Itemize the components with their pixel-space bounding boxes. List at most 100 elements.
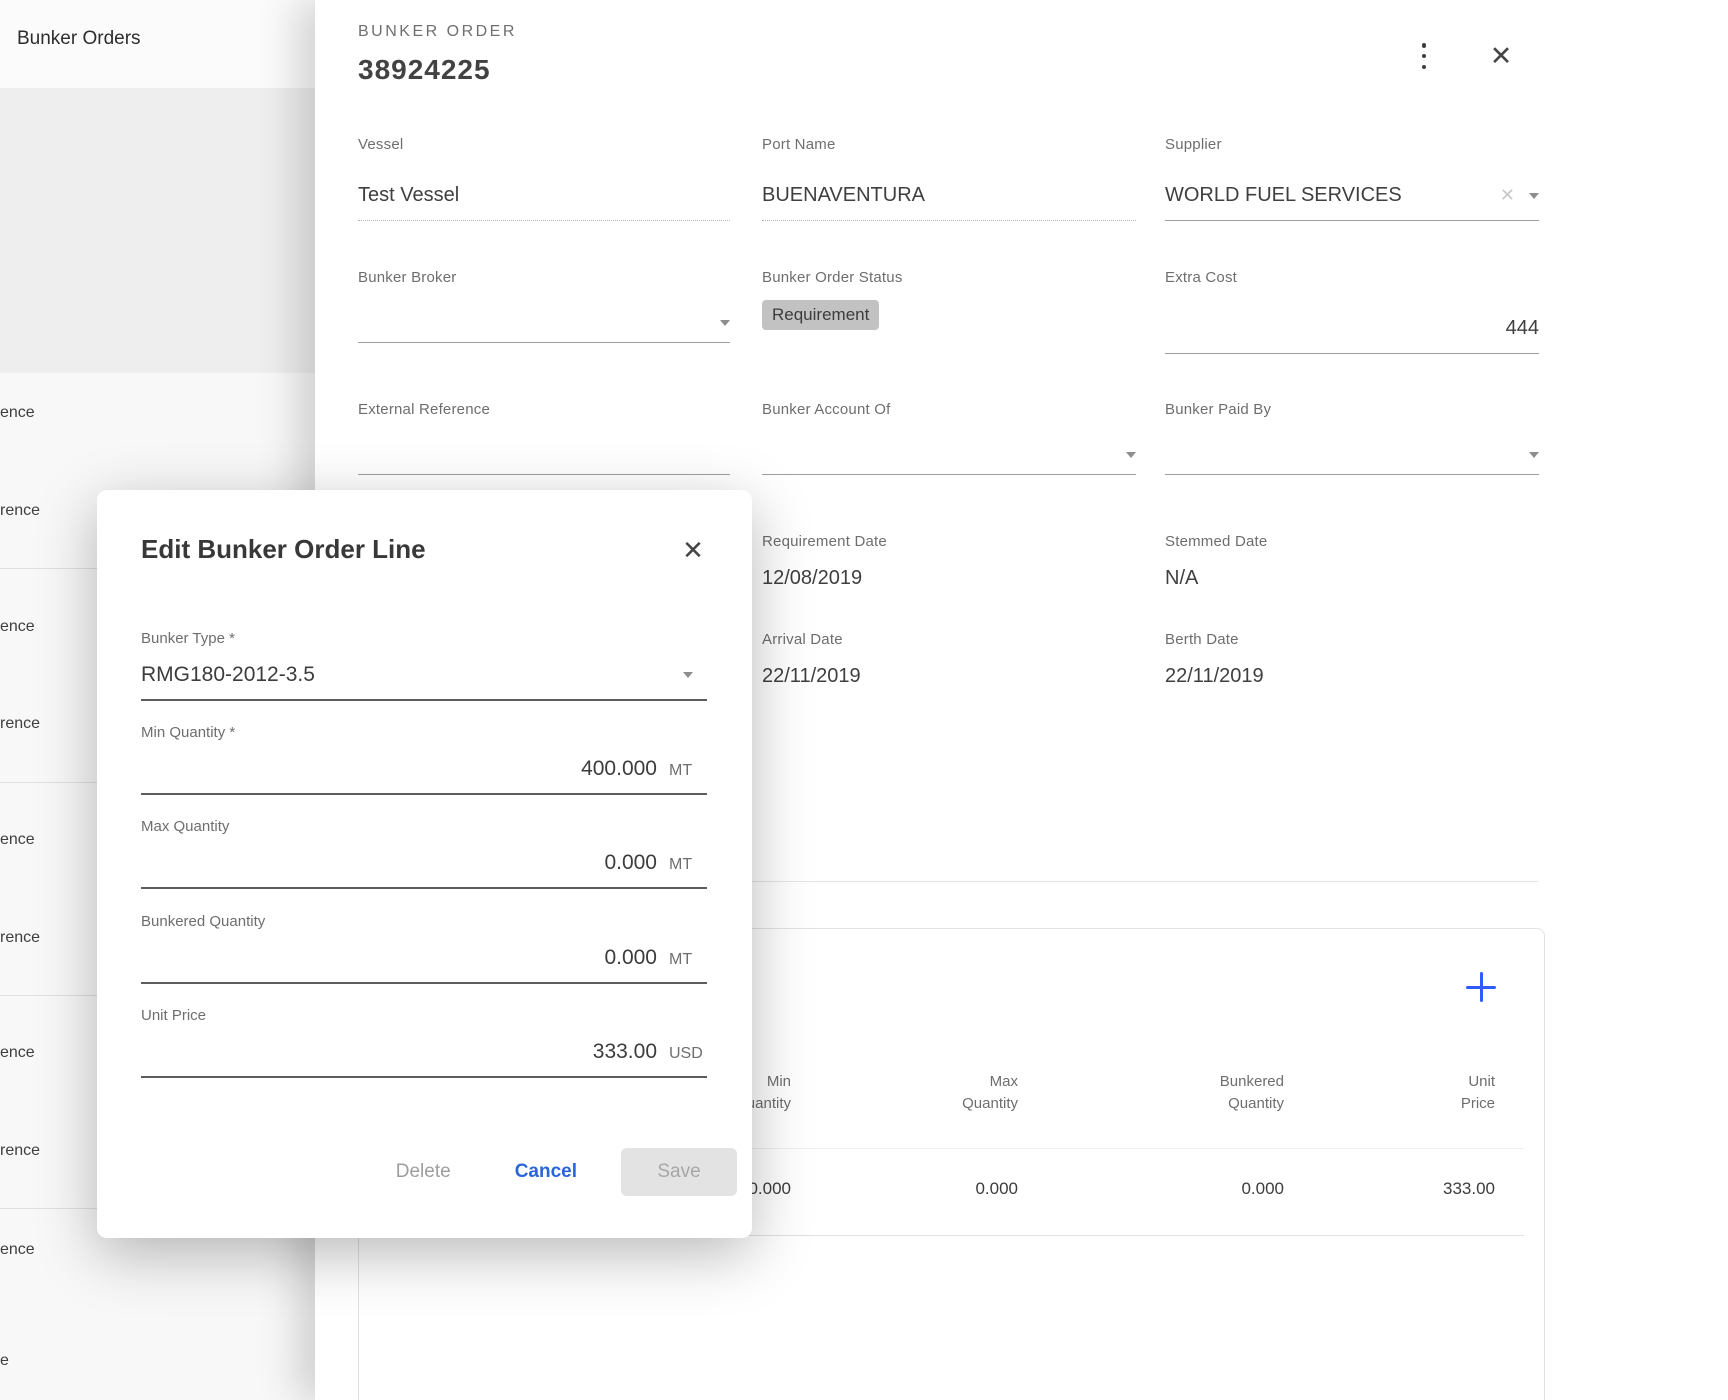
field-label: Port Name — [762, 136, 1136, 154]
page-title: Bunker Orders — [17, 28, 141, 50]
field-label: Max Quantity — [141, 818, 707, 836]
list-item: rence — [0, 929, 40, 947]
supplier-select[interactable]: WORLD FUEL SERVICES ✕ — [1165, 184, 1539, 221]
field-label: Extra Cost — [1165, 269, 1539, 287]
field-bunker-account-of: Bunker Account Of — [762, 401, 1136, 475]
list-item: e — [0, 1352, 9, 1370]
dialog-actions: Delete Cancel Save — [396, 1148, 737, 1196]
field-label: Bunker Paid By — [1165, 401, 1539, 419]
cancel-button[interactable]: Cancel — [515, 1161, 577, 1183]
field-label: Bunker Type * — [141, 630, 707, 648]
list-item: rence — [0, 502, 40, 520]
field-supplier: Supplier WORLD FUEL SERVICES ✕ — [1165, 136, 1539, 221]
bunkered-quantity-field: Bunkered Quantity 0.000 MT — [141, 913, 707, 984]
chevron-down-icon — [720, 320, 730, 326]
chevron-down-icon — [1529, 452, 1539, 458]
vessel-field: Test Vessel — [358, 184, 730, 221]
header-line: Price — [1295, 1093, 1495, 1115]
save-button[interactable]: Save — [621, 1148, 737, 1196]
extra-cost-input[interactable]: 444 — [1165, 317, 1539, 354]
arrival-date-value: 22/11/2019 — [762, 665, 1136, 688]
list-item: ence — [0, 1044, 35, 1062]
berth-date-value: 22/11/2019 — [1165, 665, 1539, 688]
field-stemmed-date: Stemmed Date N/A — [1165, 533, 1539, 590]
bunker-broker-select[interactable] — [358, 317, 730, 343]
chevron-down-icon — [683, 672, 693, 678]
more-options-icon[interactable] — [1415, 42, 1433, 70]
field-label: Bunkered Quantity — [141, 913, 707, 931]
bunker-paid-by-select[interactable] — [1165, 449, 1539, 475]
field-vessel: Vessel Test Vessel — [358, 136, 730, 221]
min-quantity-input[interactable]: 400.000 MT — [141, 757, 707, 795]
field-label: Bunker Broker — [358, 269, 730, 287]
max-quantity-input[interactable]: 0.000 MT — [141, 851, 707, 889]
field-berth-date: Berth Date 22/11/2019 — [1165, 631, 1539, 688]
bunker-type-value: RMG180-2012-3.5 — [141, 663, 315, 687]
field-bunker-order-status: Bunker Order Status Requirement — [762, 269, 1136, 330]
min-quantity-field: Min Quantity * 400.000 MT — [141, 724, 707, 795]
list-item: ence — [0, 1241, 35, 1259]
field-label: Vessel — [358, 136, 730, 154]
clear-icon[interactable]: ✕ — [1500, 185, 1515, 206]
field-external-reference: External Reference — [358, 401, 730, 475]
add-line-button[interactable] — [1459, 965, 1503, 1009]
unit-price-value: 333.00 — [593, 1040, 657, 1064]
field-requirement-date: Requirement Date 12/08/2019 — [762, 533, 1136, 590]
list-item: rence — [0, 1142, 40, 1160]
field-label: Bunker Order Status — [762, 269, 1136, 287]
bunkered-quantity-input[interactable]: 0.000 MT — [141, 946, 707, 984]
field-bunker-paid-by: Bunker Paid By — [1165, 401, 1539, 475]
unit-price-field: Unit Price 333.00 USD — [141, 1007, 707, 1078]
list-item: rence — [0, 715, 40, 733]
bunker-account-of-select[interactable] — [762, 449, 1136, 475]
unit-label: MT — [669, 951, 707, 969]
field-label: Supplier — [1165, 136, 1539, 154]
column-header-max-quantity: Max Quantity — [818, 1071, 1018, 1115]
column-header-bunkered-quantity: Bunkered Quantity — [1084, 1071, 1284, 1115]
header-line: Quantity — [818, 1093, 1018, 1115]
bunker-type-field: Bunker Type * RMG180-2012-3.5 — [141, 630, 707, 701]
header-line: Quantity — [1084, 1093, 1284, 1115]
cell-bunkered-quantity: 0.000 — [1084, 1179, 1284, 1199]
field-label: Arrival Date — [762, 631, 1136, 649]
field-label: External Reference — [358, 401, 730, 419]
field-label: Stemmed Date — [1165, 533, 1539, 551]
unit-label: MT — [669, 856, 707, 874]
field-arrival-date: Arrival Date 22/11/2019 — [762, 631, 1136, 688]
list-item: ence — [0, 404, 35, 422]
status-badge: Requirement — [762, 300, 879, 330]
cell-max-quantity: 0.000 — [818, 1179, 1018, 1199]
header-line: Max — [818, 1071, 1018, 1093]
field-label: Unit Price — [141, 1007, 707, 1025]
external-reference-input[interactable] — [358, 449, 730, 475]
field-label: Requirement Date — [762, 533, 1136, 551]
supplier-value: WORLD FUEL SERVICES — [1165, 184, 1402, 207]
app: Bunker Orders ence rence ence rence ence… — [0, 0, 1728, 1400]
list-item: ence — [0, 831, 35, 849]
background-toolbar-area — [0, 88, 315, 373]
bunker-type-select[interactable]: RMG180-2012-3.5 — [141, 663, 707, 701]
bunkered-quantity-value: 0.000 — [604, 946, 657, 970]
dialog-title: Edit Bunker Order Line — [141, 534, 426, 565]
column-header-unit-price: Unit Price — [1295, 1071, 1495, 1115]
field-extra-cost: Extra Cost 444 — [1165, 269, 1539, 354]
chevron-down-icon[interactable] — [1529, 193, 1539, 199]
requirement-date-value: 12/08/2019 — [762, 567, 1136, 590]
delete-button[interactable]: Delete — [396, 1161, 451, 1183]
unit-label: USD — [669, 1045, 707, 1063]
panel-eyebrow: BUNKER ORDER — [358, 23, 517, 41]
min-quantity-value: 400.000 — [581, 757, 657, 781]
order-number: 38924225 — [358, 54, 491, 86]
extra-cost-value: 444 — [1506, 317, 1539, 340]
close-icon[interactable]: ✕ — [1483, 38, 1519, 74]
field-label: Bunker Account Of — [762, 401, 1136, 419]
max-quantity-value: 0.000 — [604, 851, 657, 875]
plus-icon — [1466, 972, 1496, 1002]
max-quantity-field: Max Quantity 0.000 MT — [141, 818, 707, 889]
vessel-value: Test Vessel — [358, 184, 459, 207]
unit-price-input[interactable]: 333.00 USD — [141, 1040, 707, 1078]
field-label: Min Quantity * — [141, 724, 707, 742]
stemmed-date-value: N/A — [1165, 567, 1539, 590]
edit-bunker-order-line-dialog: Edit Bunker Order Line ✕ Bunker Type * R… — [97, 490, 752, 1238]
close-icon[interactable]: ✕ — [675, 532, 711, 568]
